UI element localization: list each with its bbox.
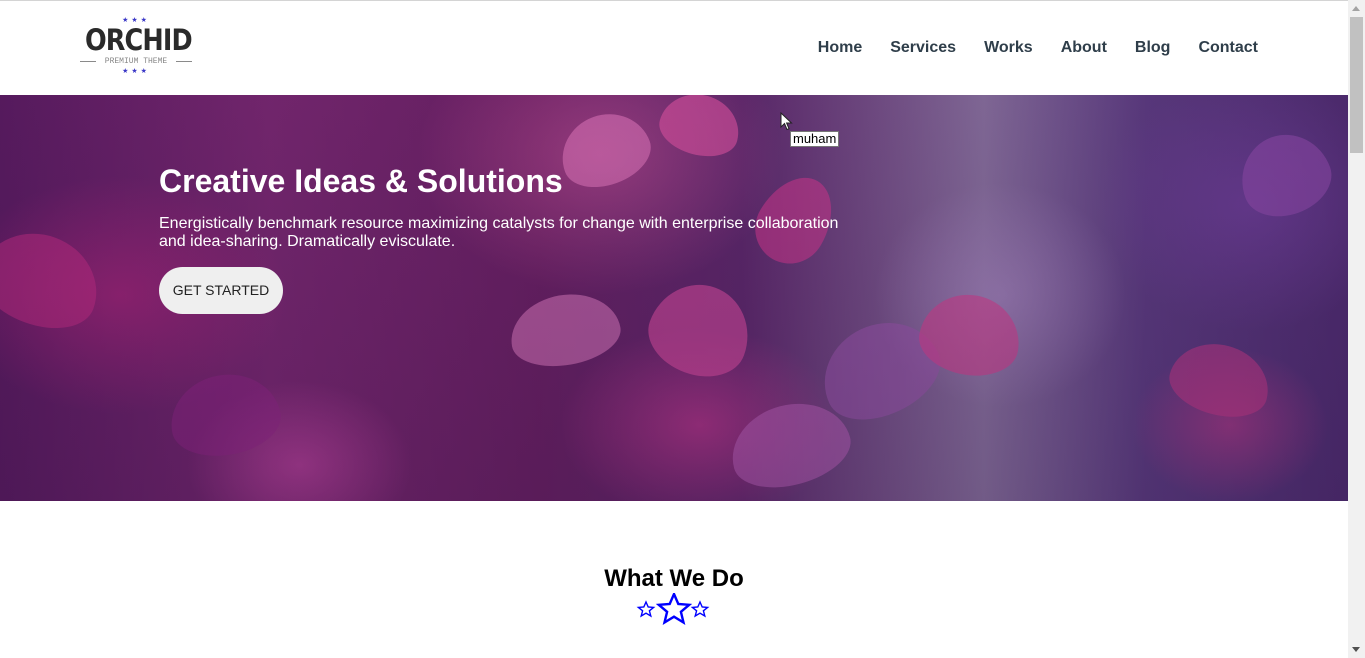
get-started-button[interactable]: GET STARTED — [159, 267, 283, 314]
logo[interactable]: ★★★ ORCHID PREMIUM THEME ★★★ — [78, 15, 194, 79]
nav-item-works[interactable]: Works — [984, 38, 1033, 58]
scroll-up-arrow-icon[interactable] — [1352, 6, 1360, 11]
section-title-what-we-do: What We Do — [604, 565, 744, 592]
hero-banner: Creative Ideas & Solutions Energisticall… — [0, 95, 1348, 501]
nav-item-blog[interactable]: Blog — [1135, 38, 1171, 58]
vertical-scrollbar[interactable] — [1348, 0, 1365, 658]
site-header: ★★★ ORCHID PREMIUM THEME ★★★ Home Servic… — [0, 1, 1348, 95]
scrollbar-thumb[interactable] — [1350, 17, 1363, 153]
main-nav: Home Services Works About Blog Contact — [790, 38, 1258, 58]
mouse-cursor-icon — [780, 112, 793, 131]
scroll-down-arrow-icon[interactable] — [1352, 647, 1360, 652]
logo-divider-right — [176, 61, 192, 62]
nav-item-home[interactable]: Home — [818, 38, 862, 58]
logo-tagline-row: PREMIUM THEME — [78, 57, 194, 67]
logo-name: ORCHID — [84, 23, 193, 57]
hero-title: Creative Ideas & Solutions — [159, 163, 563, 199]
nav-item-about[interactable]: About — [1061, 38, 1107, 58]
tooltip: muham — [790, 131, 840, 147]
hero-description: Energistically benchmark resource maximi… — [159, 215, 839, 250]
logo-stars-bottom-icon: ★★★ — [122, 68, 150, 75]
nav-item-contact[interactable]: Contact — [1198, 38, 1258, 58]
nav-item-services[interactable]: Services — [890, 38, 956, 58]
logo-tagline: PREMIUM THEME — [104, 57, 168, 66]
stars-icon — [636, 593, 710, 626]
